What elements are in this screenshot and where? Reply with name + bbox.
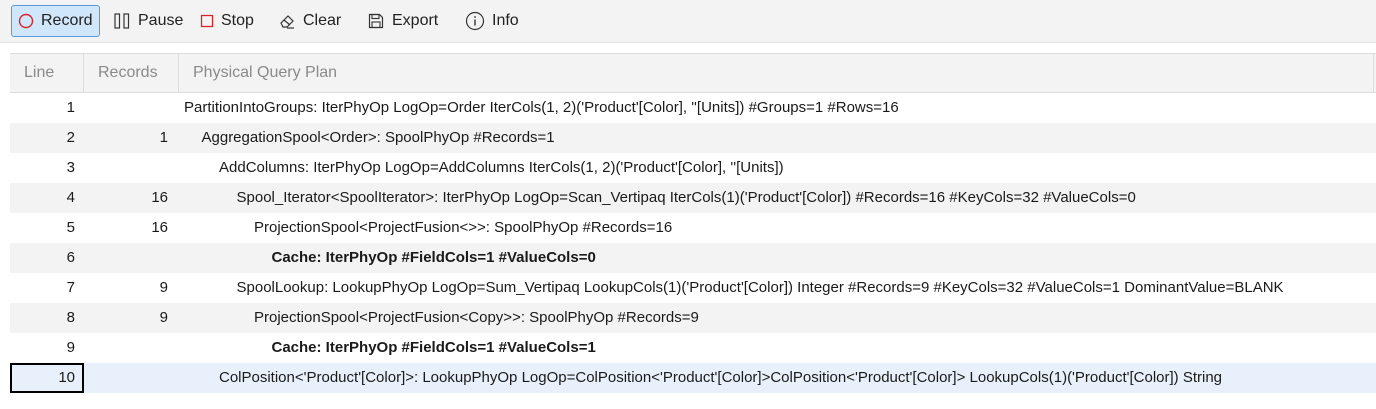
clear-button[interactable]: Clear bbox=[271, 5, 347, 37]
plan-cell[interactable]: AddColumns: IterPhyOp LogOp=AddColumns I… bbox=[182, 153, 1376, 183]
table-row[interactable]: 2 1 AggregationSpool<Order>: SpoolPhyOp #R… bbox=[10, 123, 1376, 153]
info-button[interactable]: Info bbox=[458, 5, 526, 37]
pause-button[interactable]: Pause bbox=[106, 5, 186, 37]
stop-button[interactable]: Stop bbox=[193, 5, 263, 37]
table-row[interactable]: 3 AddColumns: IterPhyOp LogOp=AddColumns … bbox=[10, 153, 1376, 183]
plan-cell[interactable]: PartitionIntoGroups: IterPhyOp LogOp=Ord… bbox=[182, 93, 1376, 123]
pause-icon bbox=[113, 12, 131, 30]
column-header-plan[interactable]: Physical Query Plan bbox=[179, 54, 1374, 92]
line-cell[interactable]: 3 bbox=[10, 153, 84, 183]
line-cell[interactable]: 1 bbox=[10, 93, 84, 123]
record-label: Record bbox=[41, 12, 93, 29]
records-cell[interactable]: 16 bbox=[84, 183, 180, 213]
toolbar: Record Pause Stop Clear Export Info bbox=[0, 0, 1376, 43]
line-cell[interactable]: 7 bbox=[10, 273, 84, 303]
records-cell[interactable] bbox=[84, 363, 180, 393]
plan-cell[interactable]: Spool_Iterator<SpoolIterator>: IterPhyOp… bbox=[182, 183, 1376, 213]
stop-label: Stop bbox=[221, 12, 254, 29]
table-row[interactable]: 8 9 ProjectionSpool<ProjectFusion<Copy>>: … bbox=[10, 303, 1376, 333]
records-cell[interactable]: 16 bbox=[84, 213, 180, 243]
record-button[interactable]: Record bbox=[11, 5, 100, 37]
records-cell[interactable] bbox=[84, 243, 180, 273]
table-row[interactable]: 6 Cache: IterPhyOp #FieldCols=1 #ValueCol… bbox=[10, 243, 1376, 273]
line-cell[interactable]: 2 bbox=[10, 123, 84, 153]
export-button[interactable]: Export bbox=[360, 5, 446, 37]
clear-label: Clear bbox=[303, 12, 342, 29]
records-cell[interactable] bbox=[84, 333, 180, 363]
table-row[interactable]: 5 16 ProjectionSpool<ProjectFusion<>>: Spo… bbox=[10, 213, 1376, 243]
line-cell[interactable]: 4 bbox=[10, 183, 84, 213]
line-cell[interactable]: 10 bbox=[10, 363, 84, 393]
column-header-records[interactable]: Records bbox=[84, 54, 179, 92]
plan-cell[interactable]: Cache: IterPhyOp #FieldCols=1 #ValueCols… bbox=[182, 243, 1376, 273]
stop-square-icon bbox=[200, 14, 214, 28]
line-cell[interactable]: 5 bbox=[10, 213, 84, 243]
pause-label: Pause bbox=[138, 12, 184, 29]
line-cell[interactable]: 9 bbox=[10, 333, 84, 363]
records-cell[interactable]: 9 bbox=[84, 303, 180, 333]
save-disk-icon bbox=[367, 12, 385, 30]
table-row[interactable]: 10 ColPosition<'Product'[Color]>: LookupP… bbox=[10, 363, 1376, 393]
export-label: Export bbox=[392, 12, 439, 29]
info-circle-icon bbox=[465, 11, 485, 31]
info-label: Info bbox=[492, 12, 519, 29]
plan-cell[interactable]: SpoolLookup: LookupPhyOp LogOp=Sum_Verti… bbox=[182, 273, 1376, 303]
table-row[interactable]: 4 16 Spool_Iterator<SpoolIterator>: IterPh… bbox=[10, 183, 1376, 213]
line-cell[interactable]: 6 bbox=[10, 243, 84, 273]
column-header-line[interactable]: Line bbox=[10, 54, 84, 92]
plan-cell[interactable]: ColPosition<'Product'[Color]>: LookupPhy… bbox=[182, 363, 1376, 393]
records-cell[interactable] bbox=[84, 93, 180, 123]
grid-header: Line Records Physical Query Plan bbox=[10, 53, 1376, 93]
line-cell[interactable]: 8 bbox=[10, 303, 84, 333]
plan-cell[interactable]: Cache: IterPhyOp #FieldCols=1 #ValueCols… bbox=[182, 333, 1376, 363]
plan-cell[interactable]: AggregationSpool<Order>: SpoolPhyOp #Rec… bbox=[182, 123, 1376, 153]
record-circle-icon bbox=[18, 13, 34, 29]
records-cell[interactable]: 9 bbox=[84, 273, 180, 303]
eraser-icon bbox=[278, 12, 296, 30]
records-cell[interactable] bbox=[84, 153, 180, 183]
plan-cell[interactable]: ProjectionSpool<ProjectFusion<>>: SpoolP… bbox=[182, 213, 1376, 243]
records-cell[interactable]: 1 bbox=[84, 123, 180, 153]
query-plan-grid: Line Records Physical Query Plan 1 Partit… bbox=[10, 53, 1376, 409]
table-row[interactable]: 9 Cache: IterPhyOp #FieldCols=1 #ValueCol… bbox=[10, 333, 1376, 363]
plan-cell[interactable]: ProjectionSpool<ProjectFusion<Copy>>: Sp… bbox=[182, 303, 1376, 333]
table-row[interactable]: 1 PartitionIntoGroups: IterPhyOp LogOp=Or… bbox=[10, 93, 1376, 123]
table-row[interactable]: 7 9 SpoolLookup: LookupPhyOp LogOp=Sum_Ver… bbox=[10, 273, 1376, 303]
